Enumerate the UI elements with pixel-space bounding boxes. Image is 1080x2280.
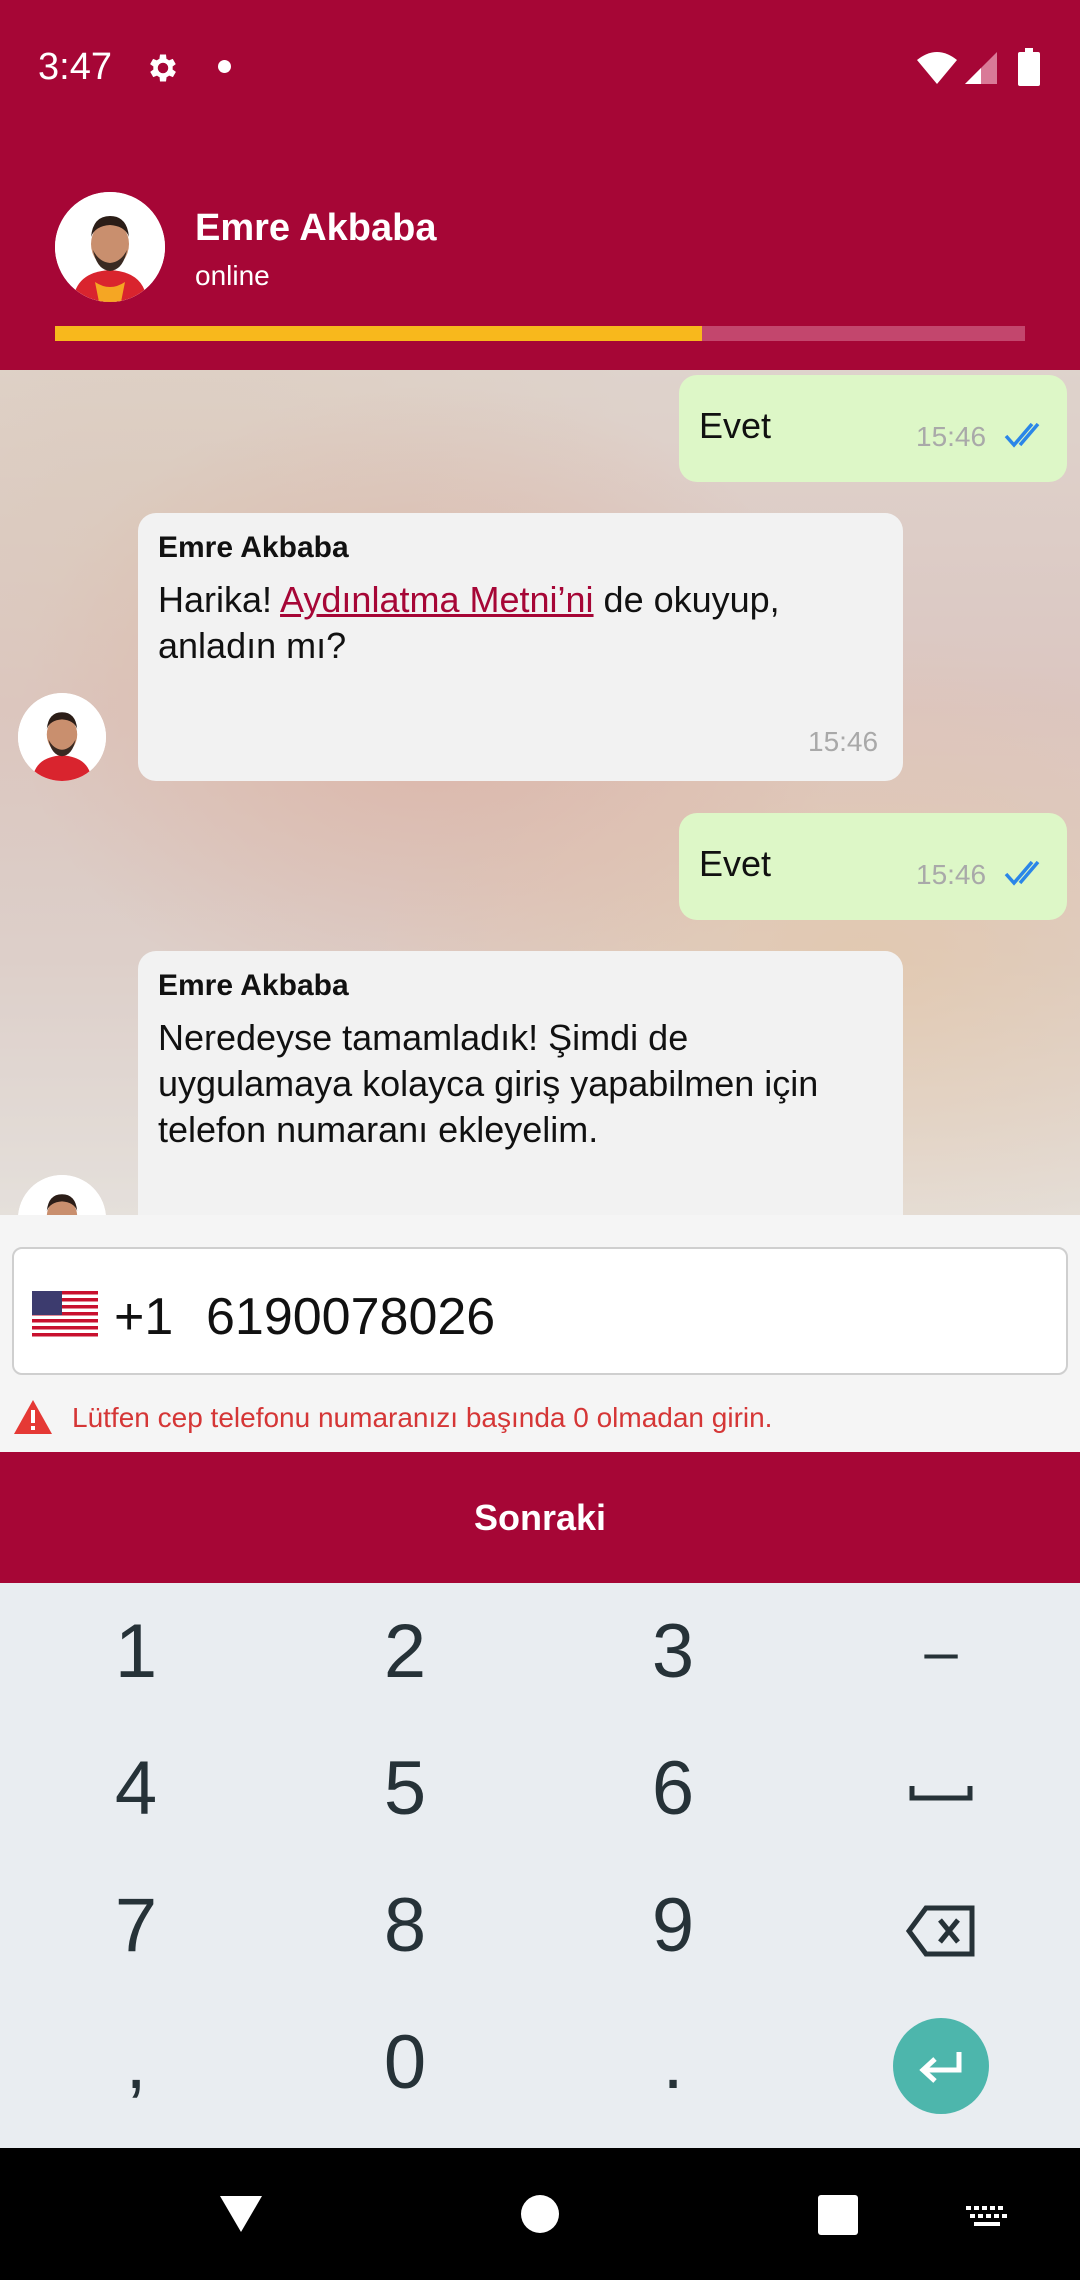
- chat-header: Emre Akbaba online: [0, 135, 1080, 370]
- numeric-keyboard: 1 2 3 – 4 5 6 7 8 9 , 0 .: [0, 1583, 1080, 2148]
- key-5[interactable]: 5: [270, 1720, 540, 1857]
- progress-bar: [55, 326, 1025, 341]
- message-text-before: Harika!: [158, 579, 281, 620]
- privacy-notice-link[interactable]: Aydınlatma Metni’ni: [280, 579, 594, 620]
- double-check-icon: [1004, 860, 1040, 886]
- signal-icon: [965, 52, 997, 84]
- status-time: 3:47: [38, 46, 112, 88]
- key-8[interactable]: 8: [270, 1857, 540, 1994]
- phone-number-field[interactable]: +1 6190078026: [12, 1247, 1068, 1375]
- enter-button[interactable]: [893, 2018, 989, 2114]
- space-icon: [909, 1785, 973, 1801]
- message-outgoing: Evet 15:46: [679, 813, 1067, 920]
- country-code[interactable]: +1: [114, 1287, 173, 1347]
- key-comma[interactable]: ,: [1, 1994, 271, 2131]
- sender-avatar[interactable]: [18, 693, 106, 781]
- key-4[interactable]: 4: [1, 1720, 271, 1857]
- settings-gear-icon: [150, 54, 176, 82]
- wifi-icon: [917, 52, 957, 84]
- double-check-icon: [1004, 422, 1040, 448]
- us-flag-icon[interactable]: [32, 1291, 98, 1337]
- message-text: Evet: [699, 405, 772, 446]
- message-text: Harika! Aydınlatma Metni’ni de okuyup, a…: [158, 577, 878, 669]
- message-text: Evet: [699, 843, 772, 884]
- backspace-icon: [905, 1905, 975, 1957]
- player-avatar-icon: [55, 192, 165, 302]
- key-0[interactable]: 0: [270, 1994, 540, 2131]
- next-button[interactable]: Sonraki: [0, 1452, 1080, 1583]
- phone-number-value[interactable]: 6190078026: [206, 1287, 495, 1347]
- home-nav-icon[interactable]: [520, 2194, 560, 2234]
- warning-message: Lütfen cep telefonu numaranızı başında 0…: [72, 1402, 773, 1433]
- key-1[interactable]: 1: [1, 1583, 271, 1720]
- key-backspace[interactable]: [806, 1857, 1076, 1994]
- message-time: 15:46: [916, 421, 987, 452]
- key-dash[interactable]: –: [806, 1583, 1076, 1720]
- enter-icon: [919, 2052, 962, 2083]
- battery-icon: [1018, 48, 1040, 86]
- status-bar: 3:47: [0, 0, 1080, 135]
- message-incoming: Emre Akbaba Neredeyse tamamladık! Şimdi …: [138, 951, 903, 1215]
- message-time: 15:46: [808, 726, 879, 757]
- phone-input-section: +1 6190078026 Lütfen cep telefonu numara…: [0, 1215, 1080, 1452]
- key-period[interactable]: .: [538, 1994, 808, 2131]
- progress-fill: [55, 326, 702, 341]
- key-3[interactable]: 3: [538, 1583, 808, 1720]
- contact-status: online: [195, 260, 270, 291]
- message-outgoing: Evet 15:46: [679, 375, 1067, 482]
- key-6[interactable]: 6: [538, 1720, 808, 1857]
- notification-dot-icon: [218, 60, 231, 73]
- back-nav-icon[interactable]: [218, 2194, 264, 2234]
- message-text: Neredeyse tamamladık! Şimdi de uygulamay…: [158, 1017, 819, 1150]
- message-incoming: Emre Akbaba Harika! Aydınlatma Metni’ni …: [138, 513, 903, 781]
- message-sender: Emre Akbaba: [158, 969, 349, 1002]
- player-avatar-icon: [18, 693, 106, 781]
- contact-name: Emre Akbaba: [195, 207, 437, 249]
- key-space[interactable]: [806, 1720, 1076, 1857]
- key-9[interactable]: 9: [538, 1857, 808, 1994]
- contact-avatar[interactable]: [55, 192, 165, 302]
- keyboard-switch-icon[interactable]: [966, 2206, 1008, 2230]
- chat-area[interactable]: Evet 15:46 Emre Akbaba Harika! Aydınlatm…: [0, 370, 1080, 1215]
- warning-icon: [14, 1400, 52, 1434]
- key-2[interactable]: 2: [270, 1583, 540, 1720]
- message-sender: Emre Akbaba: [158, 531, 349, 564]
- sender-avatar[interactable]: [18, 1175, 106, 1215]
- player-avatar-icon: [18, 1175, 106, 1215]
- recents-nav-icon[interactable]: [818, 2195, 858, 2235]
- key-7[interactable]: 7: [1, 1857, 271, 1994]
- navigation-bar: [0, 2148, 1080, 2280]
- message-time: 15:46: [916, 859, 987, 890]
